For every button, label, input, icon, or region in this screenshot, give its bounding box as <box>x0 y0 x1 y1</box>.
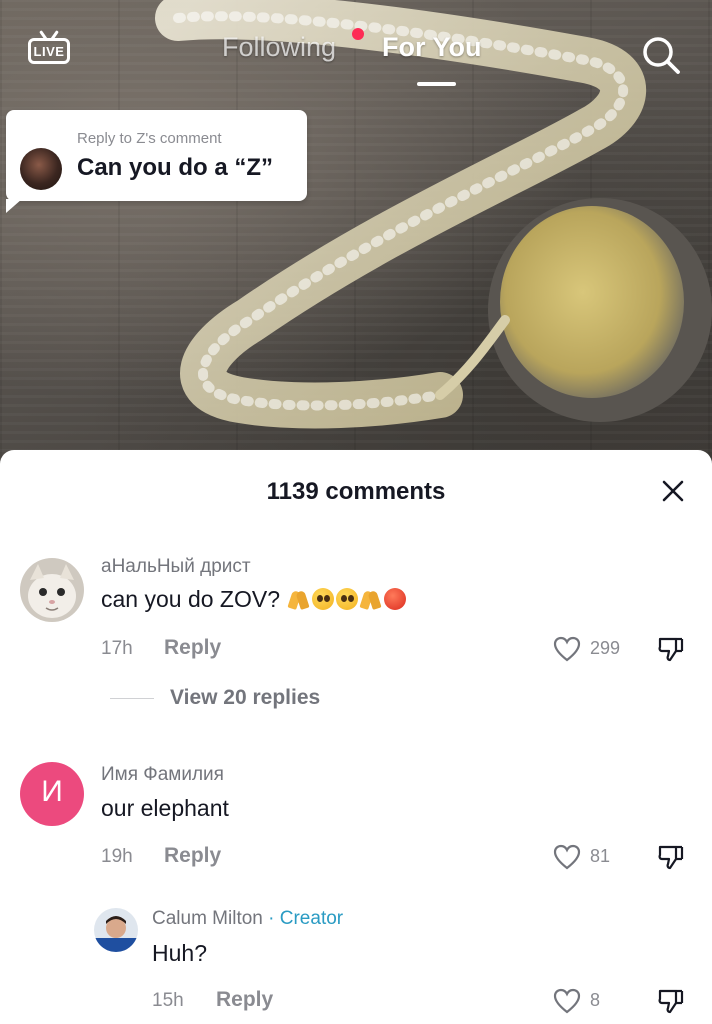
close-icon <box>662 480 684 502</box>
reply-button[interactable]: Reply <box>216 988 273 1012</box>
pleading-face-emoji-icon <box>336 588 359 610</box>
creator-avatar[interactable] <box>94 908 138 952</box>
avatar[interactable]: И <box>20 762 84 826</box>
folded-hands-emoji-icon <box>288 588 310 610</box>
avatar-letter: И <box>41 775 63 808</box>
notification-dot <box>352 28 364 40</box>
live-button[interactable]: LIVE <box>26 30 72 70</box>
tab-for-you[interactable]: For You <box>382 32 482 63</box>
sticker-avatar <box>20 148 62 190</box>
comment-username-row: Calum Milton · Creator <box>152 908 343 930</box>
live-label: LIVE <box>33 44 65 59</box>
top-nav: LIVE Following For You <box>0 0 712 100</box>
tab-following[interactable]: Following <box>222 32 336 63</box>
like-count: 299 <box>590 638 621 658</box>
thumbs-down-icon <box>658 845 684 870</box>
like-button[interactable] <box>552 986 582 1016</box>
comment-text: Huh? <box>152 940 207 966</box>
comments-count-title: 1139 comments <box>266 478 446 505</box>
like-count: 8 <box>590 990 601 1010</box>
view-replies-button[interactable]: View 20 replies <box>110 684 370 714</box>
sticker-comment-text: Can you do a “Z” <box>77 154 274 181</box>
reply-button[interactable]: Reply <box>164 844 221 868</box>
like-button[interactable] <box>552 634 582 664</box>
close-button[interactable] <box>659 477 687 505</box>
thumbs-down-icon <box>658 989 684 1014</box>
comment-text: can you do ZOV? <box>101 586 407 613</box>
view-replies-divider <box>110 698 154 699</box>
sticker-subtitle: Reply to Z's comment <box>77 130 222 147</box>
heart-icon <box>553 636 581 662</box>
comment-username[interactable]: Calum Milton <box>152 908 263 929</box>
comment-text: our elephant <box>101 795 229 821</box>
comment-item: аНальНый дрист can you do ZOV? 17h Reply… <box>0 550 712 720</box>
cat-avatar-image <box>20 558 84 622</box>
video-player[interactable]: LIVE Following For You Reply to Z's comm… <box>0 0 712 470</box>
active-tab-indicator <box>417 82 456 86</box>
avatar[interactable] <box>20 558 84 622</box>
comment-timestamp: 19h <box>101 846 133 867</box>
tv-icon: LIVE <box>28 38 70 64</box>
folded-hands-emoji-icon <box>360 588 382 610</box>
search-icon <box>643 37 680 74</box>
comment-item: И Имя Фамилия our elephant 19h Reply 81 <box>0 756 712 886</box>
comment-reply-item: Calum Milton · Creator Huh? 15h Reply 8 <box>0 902 712 1024</box>
view-replies-label: View 20 replies <box>170 686 321 709</box>
hot-face-emoji-icon <box>384 588 407 610</box>
dislike-button[interactable] <box>656 842 686 872</box>
heart-icon <box>553 844 581 870</box>
comment-username[interactable]: аНальНый дрист <box>101 556 251 578</box>
search-button[interactable] <box>639 33 683 77</box>
reply-button[interactable]: Reply <box>164 636 221 660</box>
heart-icon <box>553 988 581 1014</box>
dislike-button[interactable] <box>656 634 686 664</box>
dislike-button[interactable] <box>656 986 686 1016</box>
comment-username[interactable]: Имя Фамилия <box>101 764 224 786</box>
comment-text-body: can you do ZOV? <box>101 586 280 612</box>
pleading-face-emoji-icon <box>312 588 335 610</box>
comment-timestamp: 17h <box>101 638 133 659</box>
like-button[interactable] <box>552 842 582 872</box>
reply-sticker[interactable]: Reply to Z's comment Can you do a “Z” <box>6 110 307 213</box>
creator-badge: · Creator <box>262 908 344 929</box>
creator-avatar-image <box>94 908 138 952</box>
like-count: 81 <box>590 846 611 866</box>
comment-timestamp: 15h <box>152 990 184 1011</box>
thumbs-down-icon <box>658 637 684 662</box>
comments-panel: 1139 comments аНальНый дрист can you do … <box>0 450 712 1024</box>
